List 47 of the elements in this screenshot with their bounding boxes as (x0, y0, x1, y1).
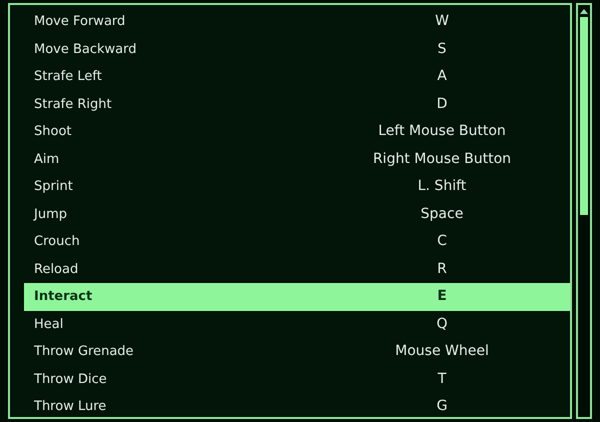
binding-row[interactable]: Move Backward S (24, 36, 570, 63)
key-label: Mouse Wheel (394, 342, 490, 362)
key-label: L. Shift (416, 177, 468, 196)
binding-row[interactable]: Throw Lure G (24, 393, 570, 417)
binding-row[interactable]: Strafe Right D (24, 90, 570, 118)
key-label: Right Mouse Button (372, 150, 512, 169)
binding-row[interactable]: Throw Grenade Mouse Wheel (24, 338, 570, 366)
binding-row[interactable]: Shoot Left Mouse Button (24, 118, 570, 146)
key-label: S (436, 40, 448, 59)
action-label: Jump (32, 206, 68, 224)
key-label: W (434, 12, 450, 32)
binding-row[interactable]: Move Forward W (24, 8, 570, 36)
binding-row[interactable]: Aim Right Mouse Button (24, 146, 570, 173)
key-label: T (436, 370, 448, 389)
action-label: Throw Dice (33, 370, 108, 388)
action-label: Strafe Right (33, 96, 113, 114)
key-label: D (436, 94, 448, 114)
key-label: Space (420, 204, 464, 224)
action-label: Throw Grenade (33, 343, 135, 361)
action-label: Throw Lure (33, 398, 108, 416)
action-label: Move Backward (33, 40, 138, 58)
action-label: Sprint (33, 178, 74, 196)
key-label: R (436, 260, 448, 279)
key-label: E (436, 287, 448, 306)
binding-row[interactable]: Strafe Left A (24, 63, 570, 90)
key-label: Left Mouse Button (377, 122, 507, 142)
action-label: Aim (33, 150, 60, 168)
binding-row[interactable]: Reload R (24, 256, 570, 283)
key-label: A (436, 67, 448, 86)
action-label: Shoot (33, 123, 72, 141)
key-label: G (436, 397, 448, 416)
binding-row[interactable]: Crouch C (24, 228, 570, 256)
key-label: C (436, 232, 448, 252)
action-label: Interact (33, 288, 94, 306)
action-label: Crouch (33, 233, 81, 251)
action-label: Move Forward (33, 13, 126, 31)
binding-row[interactable]: Heal Q (24, 310, 570, 338)
key-label: Q (435, 314, 449, 334)
binding-row[interactable]: Sprint L. Shift (24, 173, 570, 200)
action-label: Heal (33, 316, 64, 334)
scrollbar[interactable] (576, 3, 592, 419)
action-label: Reload (33, 260, 80, 278)
scrollbar-thumb[interactable] (580, 17, 588, 215)
action-label: Strafe Left (33, 68, 103, 86)
binding-row[interactable]: Interact E (24, 283, 570, 310)
binding-row[interactable]: Jump Space (24, 200, 570, 228)
binding-row[interactable]: Throw Dice T (24, 366, 570, 393)
